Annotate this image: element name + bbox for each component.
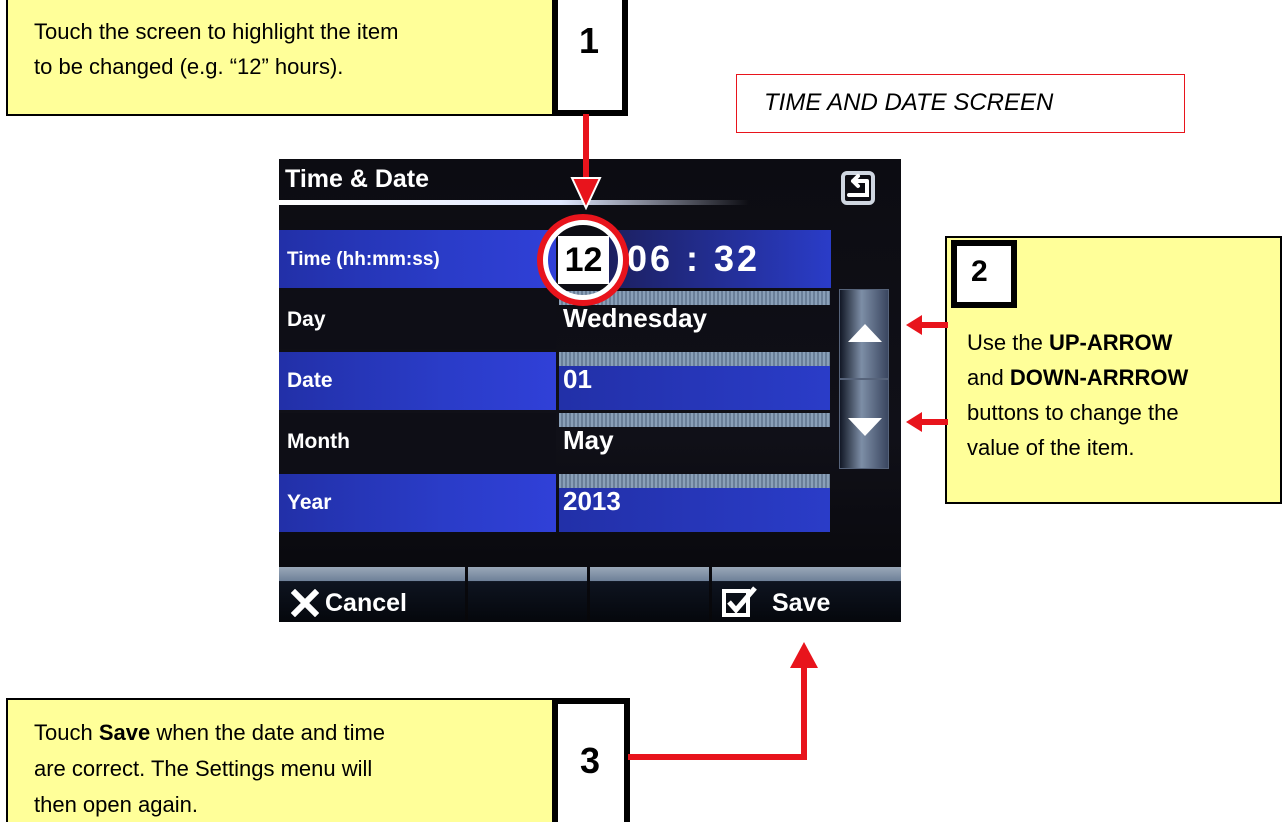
row-time-label[interactable]: Time (hh:mm:ss)	[279, 230, 556, 288]
callout-2-bold-1: UP-ARROW	[1048, 330, 1173, 355]
highlight-circle	[537, 214, 629, 306]
date-value-bar	[559, 352, 830, 366]
callout-3-text-1: Touch	[34, 720, 99, 745]
up-arrow-button[interactable]	[839, 289, 889, 379]
time-minutes-seconds[interactable]: 06 : 32	[609, 230, 831, 288]
callout-1-line-2: to be changed (e.g. “12” hours).	[34, 54, 344, 79]
date-label-text: Date	[287, 369, 333, 392]
year-value: 2013	[563, 486, 621, 516]
callout-step-1: Touch the screen to highlight the item t…	[6, 0, 558, 116]
month-label-text: Month	[287, 430, 350, 453]
checkbox-check-icon	[722, 586, 757, 617]
footer-blank-button-1[interactable]	[468, 567, 587, 622]
callout-2-up-arrow	[906, 315, 948, 335]
return-arrow-icon	[841, 171, 875, 205]
callout-1-arrow	[570, 114, 602, 210]
step-number-3-text: 3	[580, 740, 601, 781]
screen-title-box: TIME AND DATE SCREEN	[736, 74, 1185, 133]
up-arrow-icon	[848, 324, 882, 342]
callout-3-line-3: then open again.	[34, 792, 198, 817]
footer-blank-button-2[interactable]	[590, 567, 709, 622]
callout-2-line-1: Use the UP-ARROW	[967, 330, 1172, 356]
close-icon	[291, 589, 319, 617]
down-arrow-icon	[848, 418, 882, 436]
step-number-2-text: 2	[971, 255, 988, 288]
save-label: Save	[772, 589, 831, 617]
row-year-label[interactable]: Year	[279, 474, 556, 532]
step-number-2: 2	[951, 240, 1017, 308]
date-value: 01	[563, 364, 592, 394]
month-value: May	[563, 425, 614, 455]
step-number-1: 1	[552, 0, 628, 116]
row-day-label[interactable]: Day	[279, 291, 556, 349]
callout-2-line-4: value of the item.	[967, 435, 1135, 460]
callout-2-line-3: buttons to change the	[967, 400, 1179, 425]
device-title: Time & Date	[285, 165, 430, 193]
callout-3-bold-1: Save	[98, 720, 151, 745]
callout-1-line-1: Touch the screen to highlight the item	[34, 19, 399, 44]
save-button[interactable]: Save	[712, 567, 901, 622]
step-number-1-text: 1	[579, 20, 600, 61]
cancel-label: Cancel	[325, 589, 407, 617]
back-button[interactable]	[839, 167, 879, 207]
callout-3-arrow	[628, 642, 818, 760]
screen-title-label: TIME AND DATE SCREEN	[764, 89, 1054, 116]
callout-step-3: Touch Save when the date and time are co…	[6, 698, 558, 822]
down-arrow-button[interactable]	[839, 379, 889, 469]
row-date-label[interactable]: Date	[279, 352, 556, 410]
day-label-text: Day	[287, 308, 326, 331]
callout-step-2: 2 Use the UP-ARROW and DOWN-ARRROW butto…	[945, 236, 1282, 504]
step-number-3: 3	[552, 698, 630, 822]
title-underline	[279, 200, 749, 205]
date-value-field[interactable]: 01	[559, 352, 830, 410]
callout-3-text-2: when the date and time	[150, 720, 386, 745]
year-value-field[interactable]: 2013	[559, 474, 830, 532]
callout-2-line-2: and DOWN-ARRROW	[967, 365, 1188, 391]
month-value-field[interactable]: May	[559, 413, 830, 471]
callout-2-text-2: and	[967, 365, 1010, 390]
time-label-text: Time (hh:mm:ss)	[287, 249, 440, 270]
callout-2-down-arrow	[906, 412, 948, 432]
time-minutes-seconds-value: 06 : 32	[627, 238, 761, 279]
callout-2-text-1: Use the	[967, 330, 1049, 355]
callout-3-line-2: are correct. The Settings menu will	[34, 756, 373, 781]
callout-3-line-1: Touch Save when the date and time	[34, 720, 385, 746]
callout-2-bold-2: DOWN-ARRROW	[1009, 365, 1189, 390]
row-month-label[interactable]: Month	[279, 413, 556, 471]
cancel-button[interactable]: Cancel	[279, 567, 465, 622]
year-label-text: Year	[287, 491, 332, 514]
